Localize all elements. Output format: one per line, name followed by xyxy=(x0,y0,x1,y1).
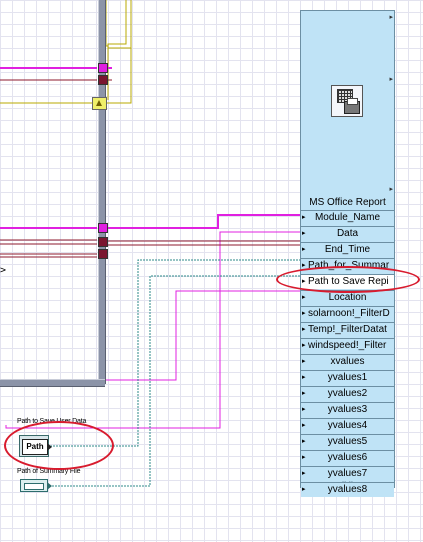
node-icon-area[interactable]: ▸ ▸ ▸ xyxy=(301,11,394,195)
loop-tunnel-pink[interactable] xyxy=(98,63,108,73)
node-arrow-icon: ▸ xyxy=(389,76,393,83)
terminal-data[interactable]: ▸ Data xyxy=(301,226,394,241)
terminal-yvalues2[interactable]: ▸ yvalues2 xyxy=(301,386,394,401)
terminal-label: solarnoon!_FilterD xyxy=(308,308,390,319)
ms-office-report-node[interactable]: ▸ ▸ ▸ MS Office Report ▸ Module_Name ▸ Dat… xyxy=(300,10,395,497)
path-summary-constant[interactable] xyxy=(20,479,48,492)
terminal-label: Data xyxy=(336,228,359,239)
structure-frame-bottom[interactable] xyxy=(0,379,105,387)
terminal-label: yvalues4 xyxy=(327,420,368,431)
dark-red-wire[interactable] xyxy=(0,79,306,258)
shift-register-icon[interactable] xyxy=(92,97,107,110)
terminal-yvalues1[interactable]: ▸ yvalues1 xyxy=(301,370,394,385)
terminal-arrow-icon: ▸ xyxy=(302,326,306,333)
pink-wire[interactable] xyxy=(0,67,306,229)
node-terminals: ▸ Module_Name ▸ Data ▸ End_Time ▸ Path_for_S… xyxy=(301,210,394,498)
yellow-wire[interactable] xyxy=(0,0,132,104)
highlight-ellipse-terminal xyxy=(276,266,420,293)
terminal-yvalues3[interactable]: ▸ yvalues3 xyxy=(301,402,394,417)
terminal-label: End_Time xyxy=(324,244,371,255)
terminal-yvalues4[interactable]: ▸ yvalues4 xyxy=(301,418,394,433)
loop-tunnel-pink-2[interactable] xyxy=(98,223,108,233)
terminal-end-time[interactable]: ▸ End_Time xyxy=(301,242,394,257)
terminal-label: windspeed!_Filter xyxy=(308,340,387,351)
highlight-ellipse-control xyxy=(4,421,114,470)
terminal-label: yvalues2 xyxy=(327,388,368,399)
terminal-label: Location xyxy=(328,292,367,303)
path-constant-arrow-icon xyxy=(47,482,52,490)
terminal-temp[interactable]: ▸ Temp!_FilterDatat xyxy=(301,322,394,337)
pink-wire-thin[interactable] xyxy=(5,231,306,429)
terminal-xvalues[interactable]: ▸ xvalues xyxy=(301,354,394,369)
loop-tunnel-dark-3[interactable] xyxy=(98,249,108,259)
terminal-label: Temp!_FilterDatat xyxy=(308,324,387,335)
terminal-solarnoon[interactable]: ▸ solarnoon!_FilterD xyxy=(301,306,394,321)
terminal-label: xvalues xyxy=(330,356,365,367)
terminal-module-name[interactable]: ▸ Module_Name xyxy=(301,210,394,225)
node-arrow-icon: ▸ xyxy=(389,14,393,21)
printer-icon xyxy=(344,98,360,114)
structure-frame-rail[interactable] xyxy=(98,0,106,384)
ms-office-report-icon[interactable] xyxy=(331,85,363,117)
terminal-label: yvalues1 xyxy=(327,372,368,383)
terminal-label: yvalues5 xyxy=(327,436,368,447)
resize-chevron-icon[interactable]: ⌄⌄ xyxy=(301,477,394,485)
node-arrow-icon: ▸ xyxy=(389,186,393,193)
terminal-windspeed[interactable]: ▸ windspeed!_Filter xyxy=(301,338,394,353)
terminal-yvalues6[interactable]: ▸ yvalues6 xyxy=(301,450,394,465)
node-title: MS Office Report xyxy=(309,197,386,208)
cut-off-glyph: > xyxy=(0,265,7,276)
terminal-label: Module_Name xyxy=(314,212,381,223)
terminal-arrow-icon: ▸ xyxy=(302,342,306,349)
terminal-yvalues5[interactable]: ▸ yvalues5 xyxy=(301,434,394,449)
loop-tunnel-dark-2[interactable] xyxy=(98,237,108,247)
terminal-label: yvalues3 xyxy=(327,404,368,415)
terminal-arrow-icon: ▸ xyxy=(302,310,306,317)
terminal-label: yvalues6 xyxy=(327,452,368,463)
terminal-label: yvalues8 xyxy=(327,484,368,495)
loop-tunnel-dark[interactable] xyxy=(98,75,108,85)
